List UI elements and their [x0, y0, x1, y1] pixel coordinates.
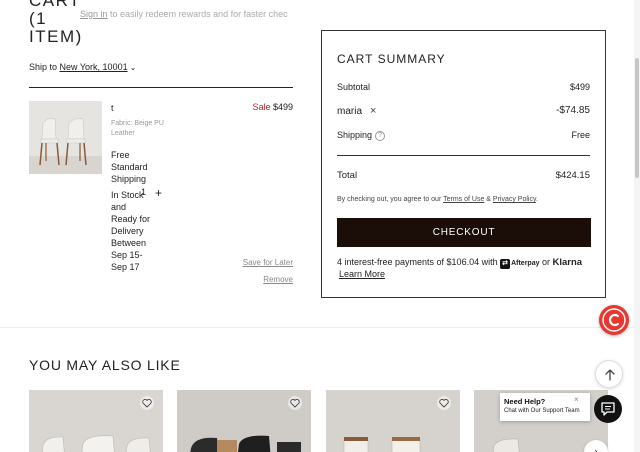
terms-and: & — [484, 196, 493, 203]
remove-link[interactable]: Remove — [263, 275, 293, 284]
afterpay-icon: ⇄ — [500, 259, 511, 269]
heart-icon[interactable] — [288, 396, 302, 410]
summary-title: CART SUMMARY — [337, 52, 446, 66]
klarna-logo: Klarna — [552, 257, 583, 268]
subtotal-label: Subtotal — [337, 82, 371, 92]
product-card[interactable] — [177, 390, 311, 452]
ship-to-label: Ship to — [29, 62, 60, 72]
info-icon[interactable]: ? — [375, 130, 386, 141]
shipping-label: Shipping — [337, 130, 373, 140]
chat-button[interactable] — [594, 395, 622, 423]
back-to-top-button[interactable] — [595, 360, 623, 388]
price-value: $499 — [272, 102, 293, 112]
total-row: Total $424.15 — [337, 170, 590, 181]
quantity-value[interactable]: 1 — [141, 187, 146, 197]
signin-text: to easily redeem rewards and for faster … — [107, 9, 288, 19]
scrollbar-thumb[interactable] — [635, 58, 639, 178]
quantity-stepper[interactable]: 1 + — [139, 186, 169, 201]
chevron-down-icon[interactable]: ⌄ — [130, 63, 137, 72]
arrow-up-icon — [605, 369, 615, 381]
product-card[interactable] — [29, 390, 163, 452]
cart-summary: CART SUMMARY Subtotal $499 maria × -$74.8… — [321, 30, 606, 298]
plus-icon[interactable]: + — [155, 186, 162, 200]
privacy-link[interactable]: Privacy Policy — [493, 196, 536, 203]
total-value: $424.15 — [555, 170, 590, 181]
help-subtitle: Chat with Our Support Team — [504, 408, 580, 414]
afterpay-label: Afterpay — [511, 260, 540, 267]
close-icon[interactable]: × — [574, 395, 579, 404]
product-card[interactable] — [326, 390, 460, 452]
promo-row: maria × -$74.85 — [337, 105, 590, 117]
subtotal-row: Subtotal $499 — [337, 82, 590, 92]
afterpay-logo: ⇄ Afterpay — [500, 259, 540, 269]
heart-icon[interactable] — [140, 396, 154, 410]
subtotal-value: $499 — [569, 82, 590, 92]
shipping-row: Shipping? Free — [337, 130, 590, 141]
save-for-later-link[interactable]: Save for Later — [243, 258, 293, 267]
installments-text: 4 interest-free payments of $106.04 with… — [337, 257, 582, 269]
installments-label: 4 interest-free payments of $106.04 with — [337, 257, 501, 267]
terms-prefix: By checking out, you agree to our — [337, 196, 444, 203]
promo-value: -$74.85 — [556, 105, 590, 116]
terms-notice: By checking out, you agree to our Terms … — [337, 196, 538, 203]
product-fabric: Fabric: Beige PU Leather — [111, 120, 164, 137]
cart-divider — [29, 87, 293, 88]
signin-prompt: Sign in to easily redeem rewards and for… — [80, 9, 294, 19]
product-name[interactable]: t — [111, 103, 114, 113]
chat-icon — [601, 402, 615, 416]
promo-code: maria — [337, 106, 363, 117]
shipping-value: Free — [571, 130, 590, 140]
product-shipping: Free Standard Shipping — [111, 150, 148, 184]
remove-promo-icon[interactable]: × — [370, 105, 376, 117]
or-text: or — [539, 257, 553, 267]
rewards-badge-icon[interactable] — [599, 305, 629, 335]
sale-label: Sale — [252, 102, 271, 112]
ship-to-location[interactable]: New York, 10001 — [60, 62, 128, 72]
section-divider — [0, 327, 640, 328]
summary-divider — [337, 155, 590, 156]
learn-more-link[interactable]: Learn More — [339, 269, 385, 279]
total-label: Total — [337, 170, 358, 181]
terms-suffix: . — [535, 196, 538, 203]
product-price: Sale $499 — [252, 102, 293, 112]
recommendations-title: YOU MAY ALSO LIKE — [29, 357, 181, 373]
product-stock-status: In Stock and Ready for Delivery Between … — [111, 190, 151, 272]
signin-link[interactable]: Sign in — [80, 9, 108, 19]
cart-title: CART (1 ITEM) — [29, 0, 83, 46]
terms-link[interactable]: Terms of Use — [443, 196, 484, 203]
heart-icon[interactable] — [437, 396, 451, 410]
product-image[interactable] — [29, 101, 102, 174]
ship-to[interactable]: Ship to New York, 10001 ⌄ — [29, 62, 136, 72]
checkout-button[interactable]: CHECKOUT — [337, 218, 591, 247]
